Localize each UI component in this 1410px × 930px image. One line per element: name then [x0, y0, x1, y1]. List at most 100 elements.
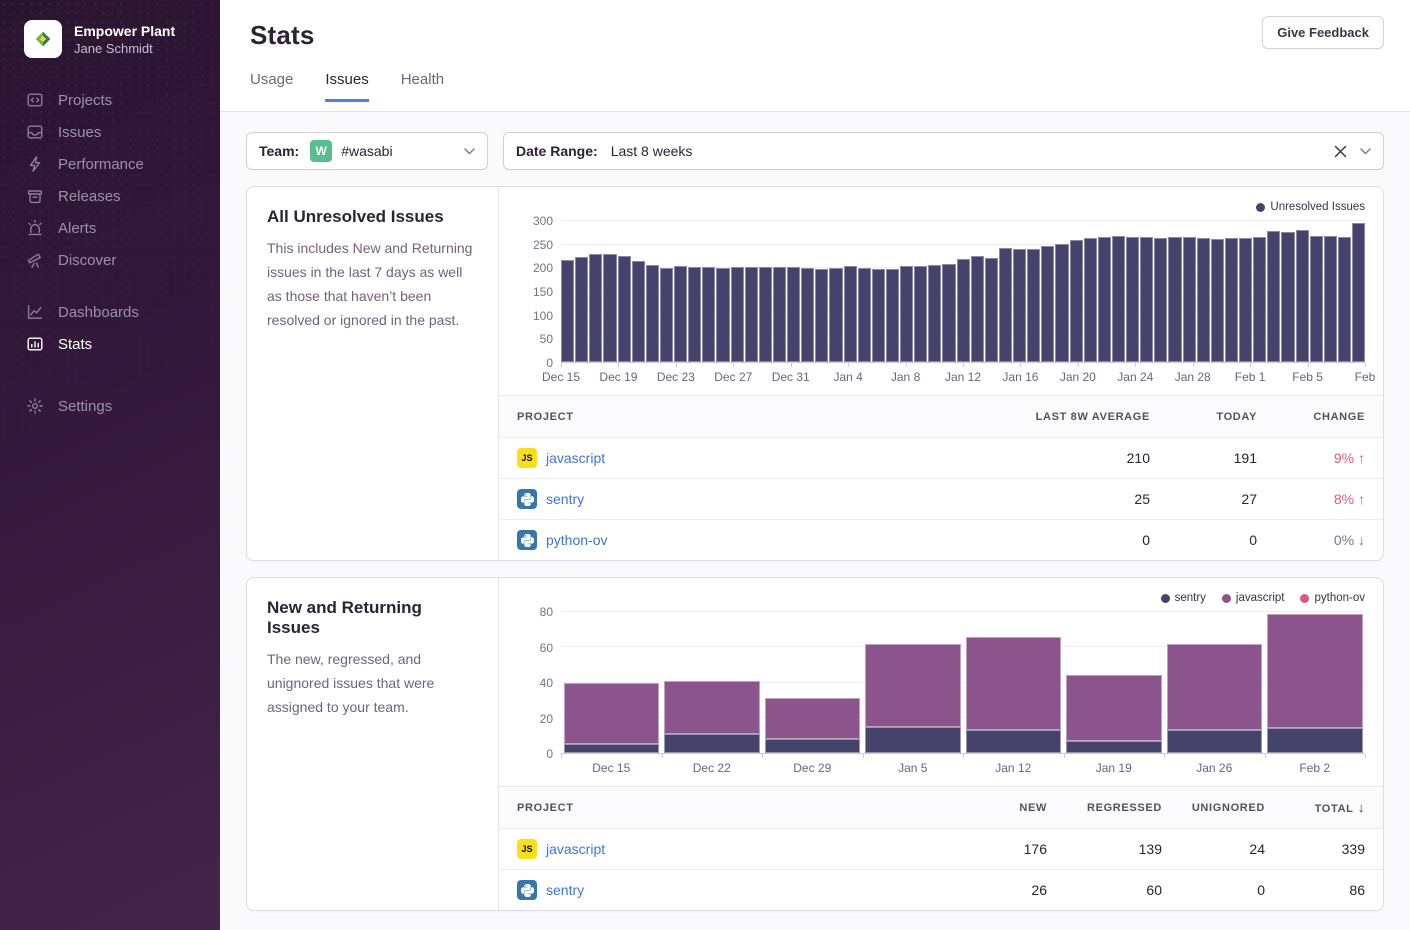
legend-item-sentry[interactable]: sentry: [1161, 590, 1206, 606]
segment-sentry: [1167, 730, 1263, 753]
bar: [886, 269, 899, 362]
bar: [942, 264, 955, 362]
bar: [674, 266, 687, 362]
sidebar: Empower Plant Jane Schmidt Projects Issue…: [0, 0, 220, 930]
sidebar-nav: ProjectsIssuesPerformanceReleasesAlertsD…: [0, 84, 220, 422]
bar: [1352, 223, 1365, 362]
bar: [1084, 238, 1097, 362]
x-axis-label: Dec 15: [561, 761, 662, 780]
column-header-regressed: REGRESSED: [1047, 802, 1162, 814]
close-icon[interactable]: [1334, 145, 1347, 158]
bar: [787, 267, 800, 362]
y-axis-label: 150: [533, 285, 553, 299]
x-axis-label: Dec 19: [599, 370, 637, 384]
cell: 0% ↓: [1257, 532, 1365, 548]
x-axis-label: Dec 15: [542, 370, 580, 384]
project-link[interactable]: javascript: [546, 841, 605, 857]
x-axis-label: Feb 1: [1235, 370, 1266, 384]
sidebar-item-label: Stats: [58, 336, 92, 353]
panel-heading: New and Returning Issues: [267, 598, 478, 638]
alerts-icon: [26, 219, 44, 237]
x-axis-label: Jan 5: [863, 761, 964, 780]
legend-label: javascript: [1236, 592, 1285, 604]
bar: [1098, 237, 1111, 362]
page-title: Stats: [250, 20, 1384, 51]
segment-sentry: [1267, 728, 1363, 753]
bar: [716, 268, 729, 362]
tab-usage[interactable]: Usage: [250, 71, 293, 102]
project-link[interactable]: javascript: [546, 450, 605, 466]
page-header: Stats Give Feedback Usage Issues Health: [220, 0, 1410, 112]
chevron-down-icon: [464, 148, 475, 155]
stacked-bar-jan-12: [963, 612, 1064, 753]
give-feedback-button[interactable]: Give Feedback: [1262, 16, 1384, 49]
x-axis-tick: [1164, 754, 1165, 758]
bar: [646, 265, 659, 362]
org-switcher[interactable]: Empower Plant Jane Schmidt: [0, 0, 220, 58]
project-link[interactable]: python-ov: [546, 532, 607, 548]
tab-health[interactable]: Health: [401, 71, 444, 102]
sidebar-item-alerts[interactable]: Alerts: [0, 212, 220, 244]
sidebar-item-settings[interactable]: Settings: [0, 390, 220, 422]
bar: [844, 266, 857, 362]
date-range-select[interactable]: Date Range: Last 8 weeks: [503, 132, 1384, 170]
sidebar-item-projects[interactable]: Projects: [0, 84, 220, 116]
bar: [1296, 230, 1309, 362]
python-icon: [517, 530, 537, 550]
bar: [1154, 238, 1167, 362]
x-axis-tick: [906, 363, 907, 367]
tab-bar: Usage Issues Health: [250, 71, 1384, 102]
bar: [999, 248, 1012, 362]
y-axis-label: 60: [540, 641, 553, 655]
stacked-bar-dec-22: [662, 612, 763, 753]
bar: [575, 257, 588, 362]
legend-item-python-ov[interactable]: python-ov: [1300, 590, 1365, 606]
x-axis-tick: [1308, 363, 1309, 367]
org-logo-icon: [24, 20, 62, 58]
column-header-total[interactable]: TOTAL ↓: [1265, 800, 1365, 815]
sidebar-item-stats[interactable]: Stats: [0, 328, 220, 360]
tab-issues[interactable]: Issues: [325, 71, 368, 102]
chart-plot-area: [561, 221, 1365, 363]
x-axis-tick: [963, 363, 964, 367]
legend-dot-icon: [1256, 203, 1265, 212]
stacked-bar-series: [561, 612, 1365, 753]
org-info: Empower Plant Jane Schmidt: [74, 22, 175, 57]
project-cell: JSjavascript: [517, 839, 927, 859]
sidebar-item-issues[interactable]: Issues: [0, 116, 220, 148]
segment-sentry: [865, 727, 961, 753]
x-axis-label: Dec 22: [662, 761, 763, 780]
bar: [1310, 236, 1323, 362]
sidebar-item-dashboards[interactable]: Dashboards: [0, 296, 220, 328]
bar: [1140, 237, 1153, 362]
chart-legend: sentry javascript python-ov: [517, 590, 1365, 606]
project-link[interactable]: sentry: [546, 491, 584, 507]
sidebar-item-performance[interactable]: Performance: [0, 148, 220, 180]
x-axis-label: Feb: [1355, 370, 1376, 384]
panel-new-and-returning-issues: New and Returning Issues The new, regres…: [246, 577, 1384, 911]
project-link[interactable]: sentry: [546, 882, 584, 898]
sidebar-item-label: Projects: [58, 92, 112, 109]
bar: [971, 256, 984, 362]
bar: [1281, 232, 1294, 362]
legend-item-unresolved-issues[interactable]: Unresolved Issues: [1256, 199, 1365, 215]
sidebar-item-discover[interactable]: Discover: [0, 244, 220, 276]
legend-item-javascript[interactable]: javascript: [1222, 590, 1285, 606]
segment-javascript: [865, 644, 961, 727]
projects-icon: [26, 91, 44, 109]
x-axis-label: Dec 29: [762, 761, 863, 780]
team-select[interactable]: Team: W #wasabi: [246, 132, 488, 170]
bar: [632, 261, 645, 362]
x-axis-label: Feb 5: [1292, 370, 1323, 384]
sidebar-group: Settings: [0, 390, 220, 422]
bar: [1267, 231, 1280, 362]
x-axis-label: Jan 16: [1002, 370, 1038, 384]
cell: 191: [1150, 450, 1257, 466]
x-axis-tick: [561, 363, 562, 367]
discover-icon: [26, 251, 44, 269]
cell: 9% ↑: [1257, 450, 1365, 466]
table-row: sentry2660086: [499, 869, 1383, 910]
sidebar-item-releases[interactable]: Releases: [0, 180, 220, 212]
team-select-label: Team:: [259, 143, 299, 159]
bar: [1239, 238, 1252, 362]
